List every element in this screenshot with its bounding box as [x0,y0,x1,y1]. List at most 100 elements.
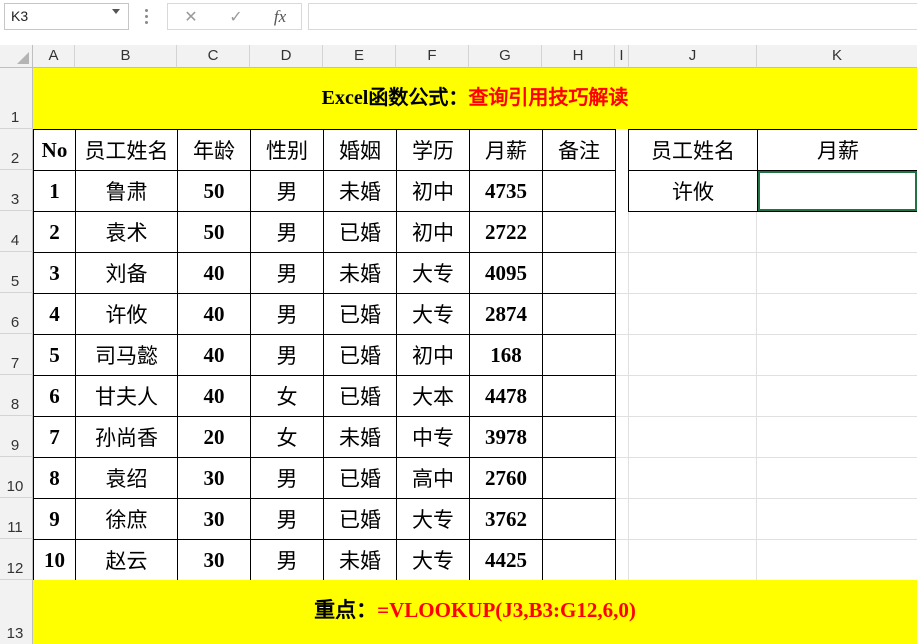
column-header-a[interactable]: A [33,45,75,68]
table-cell[interactable]: 50 [177,170,251,212]
table-cell[interactable]: 40 [177,252,251,294]
table-cell[interactable]: 1 [33,170,76,212]
table-cell[interactable]: 未婚 [323,539,397,581]
table-cell[interactable]: 司马懿 [75,334,178,376]
table-cell[interactable]: 未婚 [323,252,397,294]
table-cell[interactable]: 大专 [396,498,470,540]
table-cell[interactable] [542,170,616,212]
table-header-cell[interactable]: 备注 [542,129,616,171]
table-cell[interactable]: 女 [250,375,324,417]
row-header-13[interactable]: 13 [0,580,33,644]
table-cell[interactable]: 10 [33,539,76,581]
column-header-e[interactable]: E [323,45,396,68]
column-header-j[interactable]: J [629,45,757,68]
column-header-b[interactable]: B [75,45,177,68]
table-cell[interactable]: 6 [33,375,76,417]
name-box-dropdown-icon[interactable] [112,9,120,14]
table-header-cell[interactable]: 年龄 [177,129,251,171]
lookup-name-cell[interactable]: 许攸 [628,170,758,212]
column-header-d[interactable]: D [250,45,323,68]
table-cell[interactable]: 男 [250,293,324,335]
table-cell[interactable]: 初中 [396,170,470,212]
table-cell[interactable]: 大本 [396,375,470,417]
row-header-6[interactable]: 6 [0,293,33,334]
table-cell[interactable]: 40 [177,334,251,376]
table-cell[interactable]: 甘夫人 [75,375,178,417]
formula-input[interactable] [308,3,917,30]
column-header-h[interactable]: H [542,45,615,68]
table-cell[interactable] [542,498,616,540]
table-cell[interactable]: 男 [250,498,324,540]
row-header-5[interactable]: 5 [0,252,33,293]
table-cell[interactable]: 许攸 [75,293,178,335]
table-cell[interactable]: 初中 [396,334,470,376]
table-cell[interactable]: 男 [250,252,324,294]
table-cell[interactable]: 3 [33,252,76,294]
table-cell[interactable]: 大专 [396,252,470,294]
table-cell[interactable]: 男 [250,211,324,253]
table-cell[interactable]: 4478 [469,375,543,417]
column-header-f[interactable]: F [396,45,469,68]
enter-check-icon[interactable]: ✓ [216,4,256,29]
row-header-10[interactable]: 10 [0,457,33,498]
table-cell[interactable] [542,293,616,335]
table-cell[interactable]: 男 [250,334,324,376]
formula-banner[interactable]: 重点：=VLOOKUP(J3,B3:G12,6,0) [33,580,917,644]
table-header-cell[interactable]: 婚姻 [323,129,397,171]
table-cell[interactable]: 2760 [469,457,543,499]
table-cell[interactable]: 中专 [396,416,470,458]
table-cell[interactable]: 未婚 [323,416,397,458]
select-all-button[interactable] [0,45,33,68]
row-header-12[interactable]: 12 [0,539,33,580]
table-cell[interactable]: 赵云 [75,539,178,581]
lookup-header-salary[interactable]: 月薪 [757,129,917,171]
table-cell[interactable]: 大专 [396,293,470,335]
table-cell[interactable]: 7 [33,416,76,458]
table-cell[interactable]: 2874 [469,293,543,335]
table-cell[interactable]: 20 [177,416,251,458]
insert-function-icon[interactable]: fx [260,4,300,29]
lookup-header-name[interactable]: 员工姓名 [628,129,758,171]
drag-handle-icon[interactable] [142,9,150,25]
title-banner[interactable]: Excel函数公式：查询引用技巧解读 [33,68,917,129]
table-header-cell[interactable]: 员工姓名 [75,129,178,171]
table-cell[interactable]: 鲁肃 [75,170,178,212]
table-cell[interactable]: 3978 [469,416,543,458]
table-cell[interactable] [542,375,616,417]
row-header-8[interactable]: 8 [0,375,33,416]
table-cell[interactable]: 4095 [469,252,543,294]
name-box[interactable]: K3 [4,3,129,30]
column-header-g[interactable]: G [469,45,542,68]
table-cell[interactable]: 8 [33,457,76,499]
table-cell[interactable]: 2722 [469,211,543,253]
table-cell[interactable]: 初中 [396,211,470,253]
row-header-1[interactable]: 1 [0,68,33,129]
table-cell[interactable]: 已婚 [323,334,397,376]
table-cell[interactable]: 5 [33,334,76,376]
table-cell[interactable]: 高中 [396,457,470,499]
table-cell[interactable] [542,457,616,499]
table-cell[interactable] [542,539,616,581]
table-cell[interactable]: 已婚 [323,293,397,335]
table-cell[interactable]: 4425 [469,539,543,581]
table-cell[interactable]: 袁绍 [75,457,178,499]
table-header-cell[interactable]: 学历 [396,129,470,171]
table-cell[interactable]: 4735 [469,170,543,212]
table-cell[interactable]: 4 [33,293,76,335]
table-cell[interactable]: 30 [177,539,251,581]
row-header-4[interactable]: 4 [0,211,33,252]
lookup-salary-cell[interactable] [757,170,917,212]
table-cell[interactable]: 168 [469,334,543,376]
table-cell[interactable]: 40 [177,375,251,417]
table-cell[interactable] [542,416,616,458]
table-cell[interactable]: 已婚 [323,498,397,540]
table-header-cell[interactable]: No [33,129,76,171]
row-header-3[interactable]: 3 [0,170,33,211]
table-cell[interactable]: 已婚 [323,457,397,499]
table-cell[interactable]: 男 [250,539,324,581]
table-cell[interactable] [542,252,616,294]
column-header-c[interactable]: C [177,45,250,68]
table-cell[interactable]: 50 [177,211,251,253]
row-header-2[interactable]: 2 [0,129,33,170]
table-cell[interactable]: 未婚 [323,170,397,212]
